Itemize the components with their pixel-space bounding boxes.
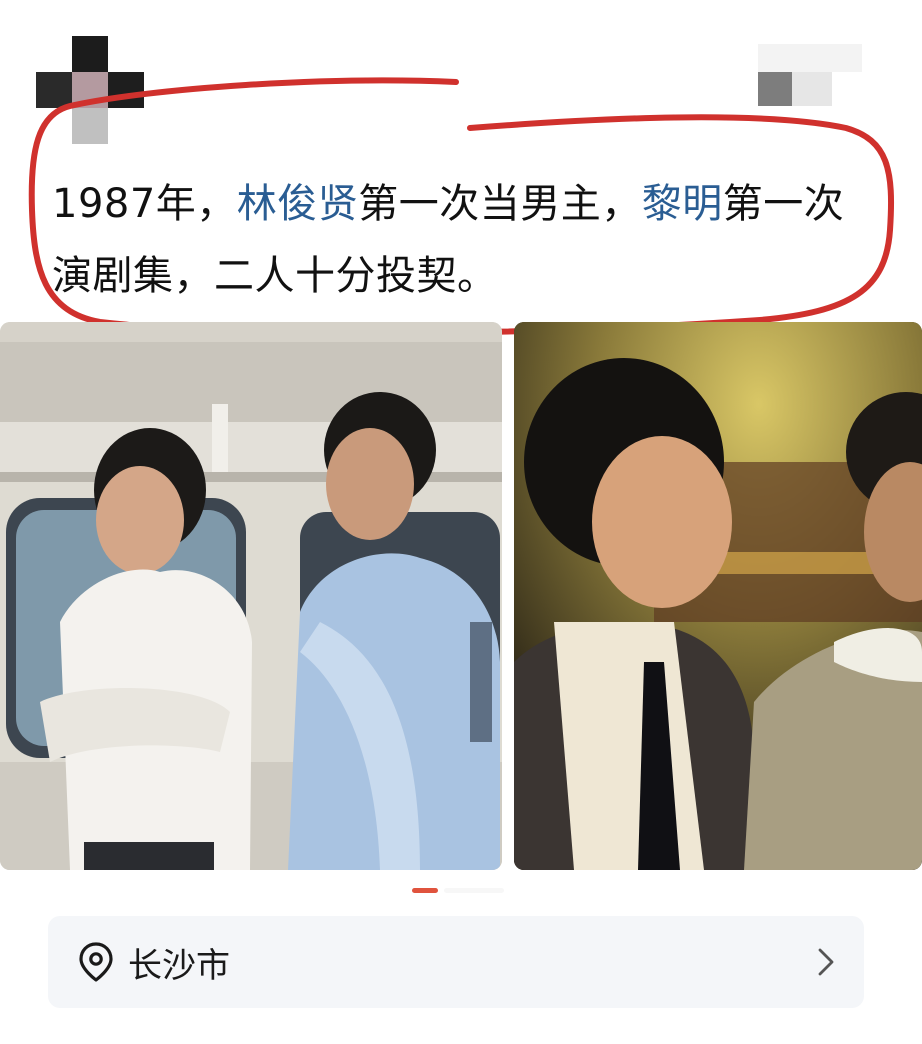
post-text-part: 1987年， <box>52 181 237 227</box>
photo-drama-still[interactable] <box>514 322 922 870</box>
mention-link[interactable]: 林俊贤 <box>237 181 359 227</box>
location-card[interactable]: 长沙市 <box>48 916 864 1008</box>
avatar[interactable] <box>36 36 144 144</box>
post-text-part: 第一次当男主， <box>358 181 642 227</box>
chevron-right-icon <box>818 948 834 976</box>
location-pin-icon <box>79 942 113 982</box>
pager-dot[interactable] <box>444 888 504 893</box>
pager-dot-active[interactable] <box>412 888 438 893</box>
mention-link[interactable]: 黎明 <box>642 181 723 227</box>
follow-button[interactable] <box>758 44 862 106</box>
location-label: 长沙市 <box>128 945 230 986</box>
image-pager <box>0 888 922 896</box>
photo-two-men-by-van[interactable] <box>0 322 502 870</box>
post-page: 1987年，林俊贤第一次当男主，黎明第一次演剧集，二人十分投契。 长沙市 <box>0 0 922 1044</box>
post-text: 1987年，林俊贤第一次当男主，黎明第一次演剧集，二人十分投契。 <box>52 168 872 312</box>
